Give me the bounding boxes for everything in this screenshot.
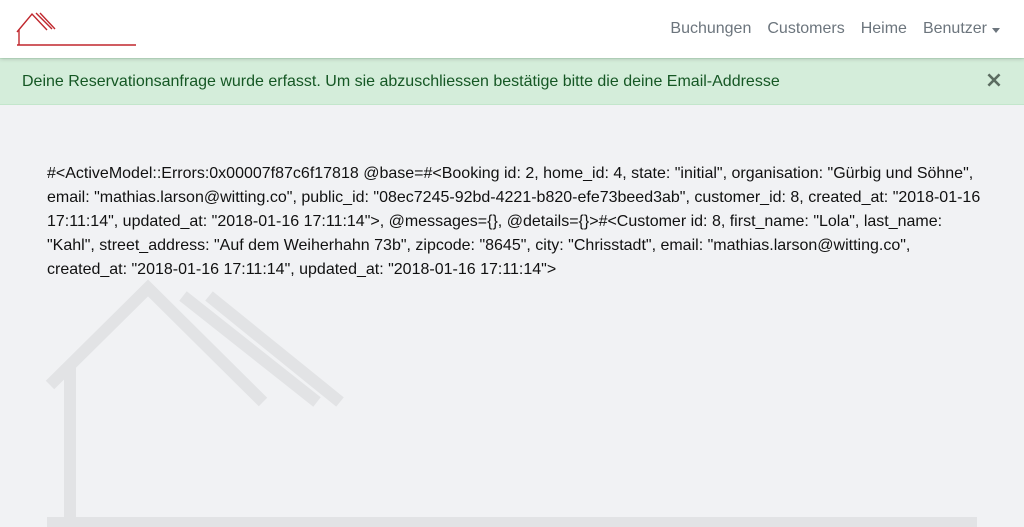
debug-output-text: #<ActiveModel::Errors:0x00007f87c6f17818… — [47, 165, 981, 278]
home-roof-logo[interactable] — [14, 10, 138, 48]
success-alert: Deine Reservationsanfrage wurde erfasst.… — [0, 58, 1024, 105]
caret-down-icon — [992, 27, 1000, 33]
main-nav: Buchungen Customers Heime Benutzer — [662, 0, 1000, 58]
alert-message: Deine Reservationsanfrage wurde erfasst.… — [22, 72, 780, 90]
user-menu-label: Benutzer — [922, 20, 987, 37]
user-menu-dropdown[interactable]: Benutzer — [915, 20, 1000, 38]
nav-link-customers[interactable]: Customers — [759, 20, 852, 38]
close-icon[interactable]: × — [984, 70, 1004, 92]
nav-link-buchungen[interactable]: Buchungen — [662, 20, 759, 38]
top-navbar: Buchungen Customers Heime Benutzer — [0, 0, 1024, 58]
nav-link-heime[interactable]: Heime — [853, 20, 915, 38]
